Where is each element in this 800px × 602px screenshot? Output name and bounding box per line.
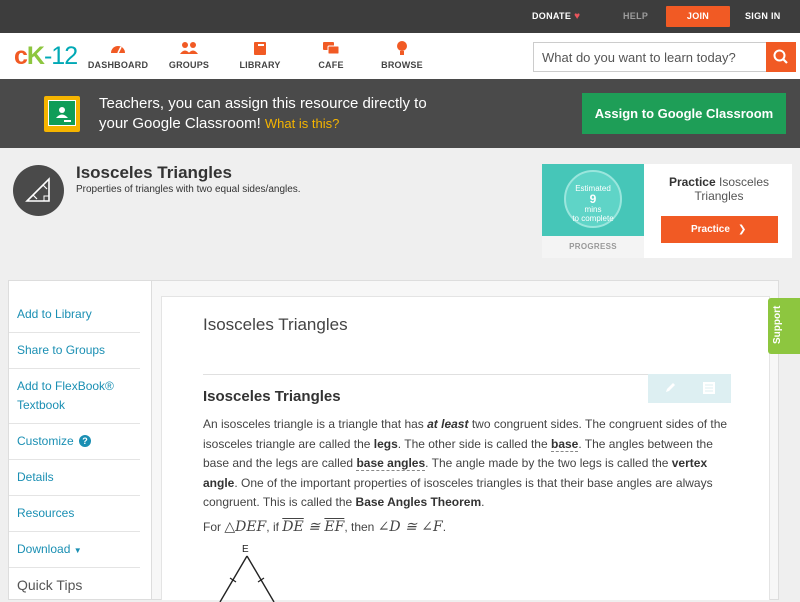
browse-icon: [397, 41, 407, 55]
nav-groups[interactable]: GROUPS: [154, 39, 224, 70]
sidebar-divider: [9, 567, 140, 568]
sidebar-download[interactable]: Download ▼: [17, 540, 140, 560]
term-base-angles[interactable]: base angles: [356, 456, 426, 472]
search-button[interactable]: [766, 42, 796, 72]
lesson-title: Isosceles Triangles: [203, 315, 348, 334]
lesson-paragraph: An isosceles triangle is a triangle that…: [203, 417, 728, 510]
nav-library[interactable]: LIBRARY: [225, 39, 295, 70]
top-bar: DONATE ♥ HELP JOIN SIGN IN: [0, 0, 800, 33]
dashboard-icon: [111, 46, 125, 54]
sidebar-details[interactable]: Details: [17, 468, 140, 487]
sidebar-divider: [9, 423, 140, 424]
practice-card: Estimated 9 mins to complete PROGRESS Pr…: [542, 164, 792, 258]
term-legs: legs: [373, 436, 398, 451]
isosceles-triangle-icon: [13, 165, 64, 216]
estimated-time-badge: Estimated 9 mins to complete: [564, 170, 622, 228]
sidebar: Add to Library Share to Groups Add to Fl…: [8, 280, 151, 600]
nav-bar: cK-12 DASHBOARD GROUPS LIBRARY CAFE BROW…: [0, 33, 800, 79]
search-icon: [773, 49, 788, 64]
groups-icon: [180, 42, 198, 54]
sidebar-divider: [9, 332, 140, 333]
sidebar-divider: [9, 495, 140, 496]
progress-graphic: Estimated 9 mins to complete: [542, 164, 644, 236]
quick-tips-heading[interactable]: Quick Tips: [17, 577, 82, 593]
progress-label: PROGRESS: [569, 242, 617, 251]
search-box: [533, 42, 796, 72]
sidebar-add-to-flexbook[interactable]: Add to FlexBook® Textbook: [17, 377, 140, 415]
concept-subtitle: Properties of triangles with two equal s…: [76, 184, 301, 195]
isosceles-triangle-diagram: E: [219, 544, 275, 602]
classroom-banner: Teachers, you can assign this resource d…: [0, 79, 800, 148]
sidebar-divider: [9, 368, 140, 369]
help-link[interactable]: HELP: [623, 0, 648, 33]
cafe-icon: [323, 42, 340, 55]
sidebar-share-to-groups[interactable]: Share to Groups: [17, 341, 140, 360]
ck12-logo[interactable]: cK-12: [14, 42, 78, 70]
what-is-this-link[interactable]: What is this?: [265, 116, 339, 131]
chevron-right-icon: ❯: [738, 224, 747, 235]
heart-icon: ♥: [574, 11, 581, 22]
help-icon[interactable]: ?: [79, 435, 92, 447]
nav-cafe[interactable]: CAFE: [296, 39, 366, 70]
google-classroom-icon: [44, 96, 80, 132]
progress-panel: Estimated 9 mins to complete PROGRESS: [542, 164, 644, 258]
term-base-angles-theorem: Base Angles Theorem: [355, 495, 482, 510]
sidebar-resources[interactable]: Resources: [17, 504, 140, 523]
vertex-label-e: E: [242, 544, 249, 555]
nav-dashboard[interactable]: DASHBOARD: [83, 39, 153, 70]
join-button[interactable]: JOIN: [666, 6, 730, 27]
practice-title: Practice Isosceles Triangles: [668, 175, 770, 203]
pencil-icon[interactable]: [663, 381, 677, 395]
math-statement: For △DEF, if DE ≅ EF, then ∠D ≅ ∠F.: [203, 519, 447, 535]
sidebar-divider: [9, 531, 140, 532]
search-input[interactable]: [534, 43, 768, 71]
section-heading: Isosceles Triangles: [203, 388, 341, 405]
banner-message: Teachers, you can assign this resource d…: [99, 95, 427, 132]
sidebar-add-to-library[interactable]: Add to Library: [17, 305, 140, 324]
lesson-content: Isosceles Triangles Isosceles Triangles …: [161, 296, 770, 602]
donate-link[interactable]: DONATE ♥: [532, 0, 580, 33]
concept-header: Isosceles Triangles Properties of triang…: [0, 148, 800, 278]
dropdown-arrow-icon: ▼: [73, 546, 82, 555]
support-tab[interactable]: Support: [768, 298, 800, 354]
annotation-toolbar: [648, 374, 731, 403]
sign-in-link[interactable]: SIGN IN: [745, 0, 781, 33]
sidebar-divider: [9, 459, 140, 460]
nav-browse[interactable]: BROWSE: [367, 39, 437, 70]
sidebar-customize[interactable]: Customize ?: [17, 432, 140, 451]
term-base[interactable]: base: [550, 436, 579, 452]
concept-title: Isosceles Triangles: [76, 163, 232, 182]
assign-google-classroom-button[interactable]: Assign to Google Classroom: [582, 93, 786, 134]
library-icon: [254, 42, 266, 55]
notes-icon[interactable]: [702, 381, 716, 395]
practice-button[interactable]: Practice ❯: [661, 216, 778, 243]
